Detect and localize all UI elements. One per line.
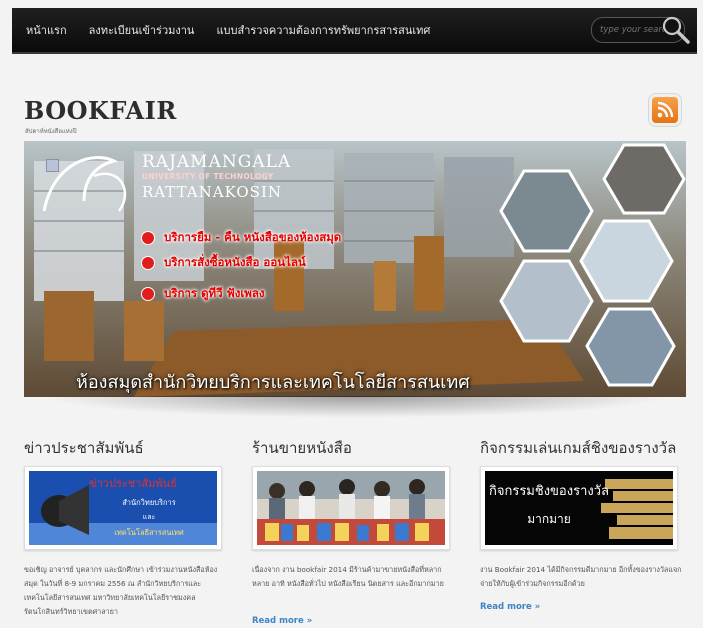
activities-column: กิจกรรมเล่นเกมส์ชิงของรางวัล กิจกรรมชิงข… bbox=[480, 436, 685, 612]
bookstore-column: ร้านขายหนังสือ เนื่องจาก งาน bookfair 20… bbox=[252, 436, 457, 626]
university-campus: RATTANAKOSIN bbox=[142, 183, 282, 201]
nav-item-register[interactable]: ลงทะเบียนเข้าร่วมงาน bbox=[89, 21, 195, 39]
news-column: ข่าวประชาสัมพันธ์ ข่าวประชาสัมพันธ์ สำนั… bbox=[24, 436, 229, 616]
site-logo[interactable]: BOOKFAIR bbox=[24, 96, 177, 125]
search-icon[interactable] bbox=[660, 14, 692, 46]
service-item: บริการยืม - คืน หนังสือของห้องสมุด bbox=[142, 229, 341, 247]
slider-indicator[interactable] bbox=[46, 159, 59, 172]
top-navigation-bar: หน้าแรก ลงทะเบียนเข้าร่วมงาน แบบสำรวจควา… bbox=[12, 8, 697, 54]
read-more-link[interactable]: Read more » bbox=[252, 616, 312, 626]
site-tagline: สัปดาห์หนังสือแห่งปี bbox=[25, 128, 77, 135]
read-more-link[interactable]: Read more » bbox=[480, 602, 540, 612]
rss-icon[interactable] bbox=[652, 97, 678, 123]
bullet-icon bbox=[142, 232, 154, 244]
service-item: บริการสั่งซื้อหนังสือ ออนไลน์ bbox=[142, 254, 306, 272]
bookstore-thumbnail[interactable] bbox=[252, 466, 450, 550]
news-excerpt: ขอเชิญ อาจารย์ บุคลากร และนักศึกษา เข้าร… bbox=[24, 565, 218, 616]
bullet-icon bbox=[142, 257, 154, 269]
thumbnail-text: สำนักวิทยบริการ bbox=[122, 498, 176, 507]
university-name: RAJAMANGALA bbox=[142, 152, 292, 172]
main-menu: หน้าแรก ลงทะเบียนเข้าร่วมงาน แบบสำรวจควา… bbox=[26, 8, 430, 52]
column-title[interactable]: กิจกรรมเล่นเกมส์ชิงของรางวัล bbox=[480, 436, 685, 460]
service-item: บริการ ดูทีวี ฟังเพลง bbox=[142, 285, 265, 303]
thumbnail-text: และ bbox=[143, 513, 156, 521]
thumbnail-text: ข่าวประชาสัมพันธ์ bbox=[89, 477, 177, 490]
hero-banner[interactable]: RAJAMANGALA UNIVERSITY OF TECHNOLOGY RAT… bbox=[24, 141, 686, 397]
banner-caption: ห้องสมุดสำนักวิทยบริการและเทคโนโลยีสารสน… bbox=[76, 372, 470, 393]
search-input[interactable] bbox=[598, 21, 666, 39]
bullet-icon bbox=[142, 288, 154, 300]
thumbnail-text: เทคโนโลยีสารสนเทศ bbox=[114, 528, 184, 537]
banner-shadow bbox=[40, 396, 670, 418]
banner-image bbox=[24, 141, 686, 397]
column-title[interactable]: ร้านขายหนังสือ bbox=[252, 436, 457, 460]
activities-thumbnail[interactable]: กิจกรรมชิงของรางวัล มากมาย bbox=[480, 466, 678, 550]
news-thumbnail[interactable]: ข่าวประชาสัมพันธ์ สำนักวิทยบริการ และ เท… bbox=[24, 466, 222, 550]
column-title[interactable]: ข่าวประชาสัมพันธ์ bbox=[24, 436, 229, 460]
thumbnail-text: กิจกรรมชิงของรางวัล bbox=[489, 484, 609, 499]
nav-item-home[interactable]: หน้าแรก bbox=[26, 21, 67, 39]
thumbnail-text: มากมาย bbox=[527, 512, 571, 526]
university-subtitle: UNIVERSITY OF TECHNOLOGY bbox=[142, 172, 274, 181]
bookstore-excerpt: เนื่องจาก งาน bookfair 2014 มีร้านค้ามาข… bbox=[252, 565, 444, 588]
activities-excerpt: งาน Bookfair 2014 ได้มีกิจกรรมดีมากมาย อ… bbox=[480, 565, 682, 588]
nav-item-survey[interactable]: แบบสำรวจความต้องการทรัพยากรสารสนเทศ bbox=[216, 21, 430, 39]
search-box bbox=[591, 16, 690, 44]
